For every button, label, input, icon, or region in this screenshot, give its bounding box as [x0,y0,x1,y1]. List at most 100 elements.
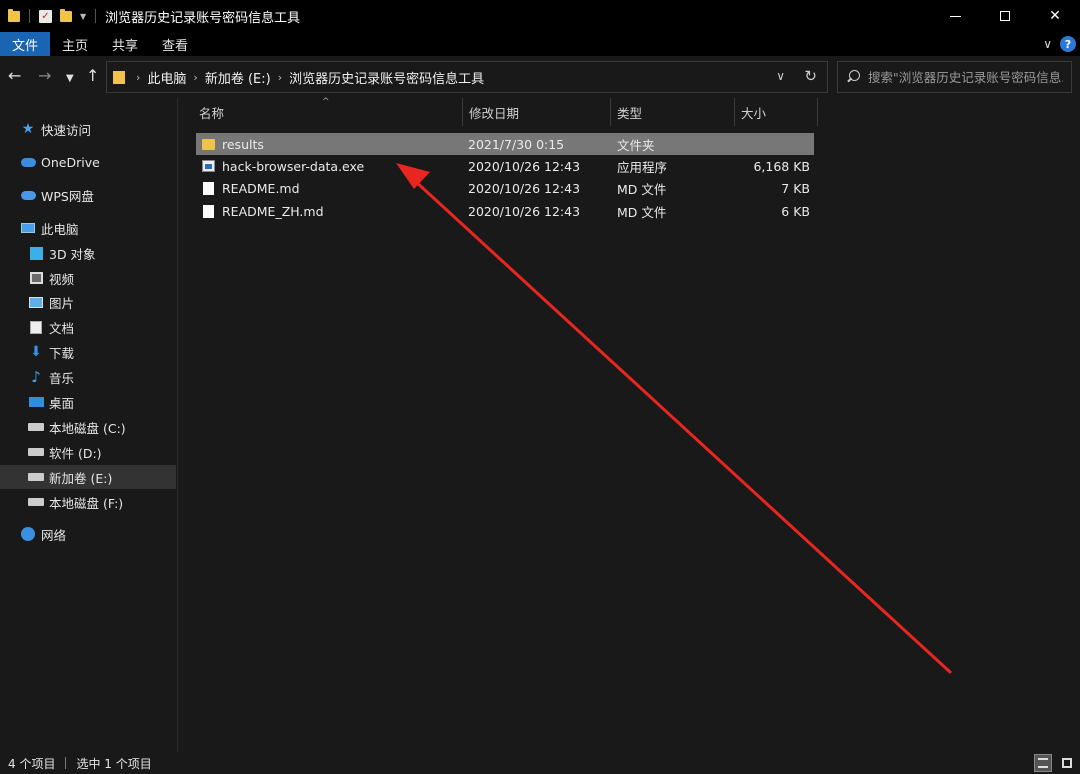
file-name: README_ZH.md [222,203,324,219]
sidebar-item-drive-c[interactable]: 本地磁盘 (C:) [0,415,176,439]
desktop-icon [28,395,44,409]
file-name: README.md [222,180,300,196]
sidebar-item-music[interactable]: ♪ 音乐 [0,365,176,389]
tab-view[interactable]: 查看 [150,32,200,56]
sidebar-item-drive-f[interactable]: 本地磁盘 (F:) [0,490,176,514]
picture-icon [28,295,44,309]
sidebar-item-documents[interactable]: 文档 [0,315,176,339]
sidebar-item-3d-objects[interactable]: 3D 对象 [0,241,176,265]
search-icon [846,70,860,84]
navigation-pane: ★ 快速访问 OneDrive WPS网盘 此电脑 3D 对象 视频 图片 文档… [0,98,178,752]
details-view-button[interactable] [1034,754,1052,772]
tab-share[interactable]: 共享 [100,32,150,56]
cube-icon [28,246,44,260]
details-view-icon [1038,758,1048,768]
sidebar-item-drive-d[interactable]: 软件 (D:) [0,440,176,464]
breadcrumb-drive-e[interactable]: 新加卷 (E:) [205,68,271,87]
computer-icon [20,221,36,235]
window-controls: ✕ [930,0,1080,32]
sidebar-item-pictures[interactable]: 图片 [0,290,176,314]
table-row-results[interactable]: results 2021/7/30 0:15 文件夹 [196,133,814,155]
selected-count: 选中 1 个项目 [76,756,152,771]
column-header-name[interactable]: 名称 [193,98,463,126]
video-icon [28,271,44,285]
drive-icon [28,470,44,484]
tab-home[interactable]: 主页 [50,32,100,56]
sidebar-item-videos[interactable]: 视频 [0,266,176,290]
file-icon [203,204,214,218]
properties-icon[interactable]: ✓ [39,9,52,23]
document-icon [28,320,44,334]
file-size: 6 KB [781,203,810,219]
file-type: MD 文件 [617,204,667,220]
tab-file[interactable]: 文件 [0,32,51,56]
sidebar-item-onedrive[interactable]: OneDrive [0,150,176,174]
folder-icon [202,138,215,150]
refresh-icon[interactable]: ↻ [804,67,817,85]
help-icon[interactable]: ? [1060,36,1076,52]
sidebar-item-downloads[interactable]: ⬇ 下载 [0,340,176,364]
sidebar-item-drive-e[interactable]: 新加卷 (E:) [0,465,176,489]
search-box[interactable] [837,61,1072,93]
drive-icon [28,495,44,509]
download-icon: ⬇ [30,344,42,360]
drive-icon [28,420,44,434]
table-row-readme[interactable]: README.md 2020/10/26 12:43 MD 文件 7 KB [196,177,814,199]
breadcrumb-current-folder[interactable]: 浏览器历史记录账号密码信息工具 [289,68,484,87]
new-folder-icon[interactable] [60,8,72,22]
search-input[interactable] [868,69,1063,85]
back-arrow-icon[interactable]: ← [8,68,21,84]
large-icons-view-icon [1062,758,1072,768]
file-date: 2020/10/26 12:43 [468,180,581,196]
column-header-type[interactable]: 类型 [611,98,735,126]
customize-toolbar-chevron-icon[interactable]: ▼ [80,12,86,21]
minimize-button[interactable] [930,0,980,32]
column-divider[interactable] [817,98,818,126]
file-date: 2021/7/30 0:15 [468,136,565,152]
large-icons-view-button[interactable] [1058,754,1076,772]
chevron-right-icon[interactable]: › [193,71,197,84]
file-name: hack-browser-data.exe [222,158,365,174]
table-row-hack-browser-data[interactable]: hack-browser-data.exe 2020/10/26 12:43 应… [196,155,814,177]
status-bar: 4 个项目 选中 1 个项目 [0,752,1080,774]
cloud-icon [20,155,36,169]
file-date: 2020/10/26 12:43 [468,158,581,174]
close-button[interactable]: ✕ [1030,0,1080,32]
file-name: results [222,136,264,152]
forward-arrow-icon[interactable]: → [38,68,51,84]
sidebar-item-desktop[interactable]: 桌面 [0,390,176,414]
breadcrumb-this-pc[interactable]: 此电脑 [147,68,186,87]
folder-icon [113,70,125,84]
maximize-icon [1000,11,1010,21]
maximize-button[interactable] [980,0,1030,32]
table-row-readme-zh[interactable]: README_ZH.md 2020/10/26 12:43 MD 文件 6 KB [196,200,814,222]
file-size: 7 KB [781,180,810,196]
expand-ribbon-chevron-icon[interactable]: ∨ [1043,37,1052,51]
sidebar-item-wps-drive[interactable]: WPS网盘 [0,183,176,207]
file-date: 2020/10/26 12:43 [468,203,581,219]
address-history-chevron-icon[interactable]: ∨ [776,69,785,83]
up-arrow-icon[interactable]: ↑ [86,68,99,84]
sidebar-item-network[interactable]: 网络 [0,522,176,546]
file-type: 应用程序 [617,159,668,175]
star-icon: ★ [21,121,35,137]
file-size: 6,168 KB [753,158,810,174]
column-header-date[interactable]: 修改日期 [463,98,611,126]
sidebar-item-this-pc[interactable]: 此电脑 [0,216,176,240]
item-count: 4 个项目 [8,756,56,771]
sidebar-item-quick-access[interactable]: ★ 快速访问 [0,117,176,141]
exe-icon [202,160,215,172]
chevron-right-icon[interactable]: › [278,71,282,84]
minimize-icon [949,15,961,17]
file-size [742,133,810,155]
chevron-right-icon: › [136,70,141,84]
drive-icon [28,445,44,459]
title-bar: ✓ ▼ 浏览器历史记录账号密码信息工具 ✕ [0,0,1080,32]
music-icon: ♪ [31,368,41,386]
quick-access-toolbar: ✓ ▼ [0,0,101,32]
address-bar[interactable]: › 此电脑 › 新加卷 (E:) › 浏览器历史记录账号密码信息工具 ∨ ↻ [106,61,828,93]
column-header-size[interactable]: 大小 [735,98,817,126]
file-list: ^ 名称 修改日期 类型 大小 results 2021/7/30 0:15 文… [179,97,1080,752]
file-icon [203,181,214,195]
recent-locations-chevron-icon[interactable]: ▼ [66,71,74,87]
